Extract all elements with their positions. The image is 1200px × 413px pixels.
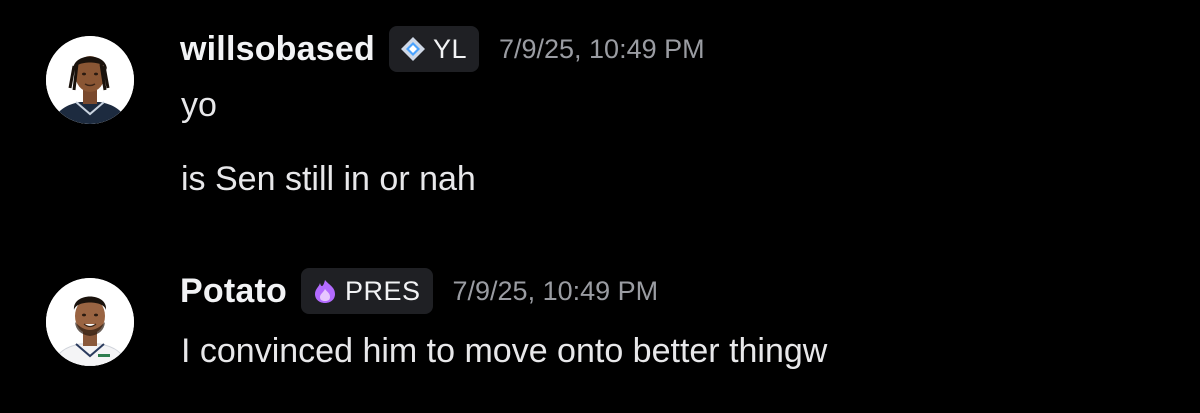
role-tag-text: YL bbox=[432, 33, 467, 64]
message-text: I convinced him to move onto better thin… bbox=[181, 332, 828, 370]
diamond-sparkle-icon bbox=[399, 35, 427, 63]
message-header: Potato PRES 7/9/25, 10:49 PM bbox=[180, 268, 658, 314]
avatar-image bbox=[46, 278, 134, 366]
role-tag[interactable]: YL bbox=[388, 26, 479, 72]
timestamp[interactable]: 7/9/25, 10:49 PM bbox=[453, 276, 659, 307]
role-tag-text: PRES bbox=[344, 275, 421, 306]
message-text: is Sen still in or nah bbox=[181, 160, 476, 198]
message-header: willsobased YL 7/9/25, 10:49 PM bbox=[180, 26, 705, 72]
timestamp[interactable]: 7/9/25, 10:49 PM bbox=[499, 34, 705, 65]
role-tag[interactable]: PRES bbox=[300, 268, 433, 314]
purple-flame-icon bbox=[311, 277, 339, 305]
avatar[interactable] bbox=[46, 36, 134, 124]
message-text: yo bbox=[181, 86, 217, 124]
username[interactable]: willsobased bbox=[180, 30, 375, 69]
username[interactable]: Potato bbox=[180, 272, 287, 311]
avatar[interactable] bbox=[46, 278, 134, 366]
avatar-image bbox=[46, 36, 134, 124]
